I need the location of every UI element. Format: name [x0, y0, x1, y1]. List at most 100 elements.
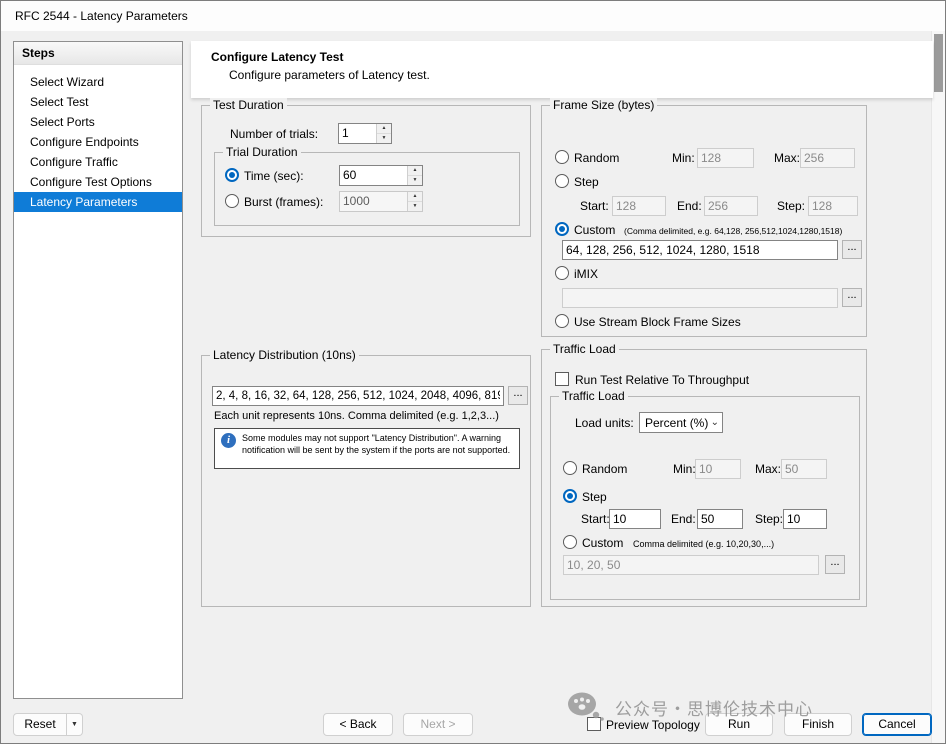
- traffic-load-inner-title: Traffic Load: [559, 389, 628, 403]
- framesize-custom-input[interactable]: [562, 240, 838, 260]
- framesize-min-input[interactable]: [697, 148, 754, 168]
- framesize-start-label: Start:: [580, 199, 609, 213]
- framesize-step-radio[interactable]: [555, 174, 569, 188]
- trials-spinner[interactable]: 1 ▲ ▼: [338, 123, 392, 144]
- rfc2544-wizard-window: { "window": { "title": "RFC 2544 - Laten…: [0, 0, 946, 744]
- time-value[interactable]: 60: [340, 166, 407, 185]
- preview-topology-checkbox[interactable]: [587, 717, 601, 731]
- run-relative-throughput-label: Run Test Relative To Throughput: [575, 373, 749, 387]
- page-title: Configure Latency Test: [211, 50, 343, 64]
- spin-up-icon[interactable]: ▲: [408, 192, 422, 202]
- sidebar-item-latency-parameters[interactable]: Latency Parameters: [14, 192, 182, 212]
- run-relative-throughput-checkbox[interactable]: [555, 372, 569, 386]
- burst-radio[interactable]: [225, 194, 239, 208]
- sidebar-item-configure-traffic[interactable]: Configure Traffic: [14, 152, 182, 172]
- window-title: RFC 2544 - Latency Parameters: [15, 9, 188, 23]
- load-stepsize-label: Step:: [755, 512, 783, 526]
- spin-down-icon[interactable]: ▼: [377, 134, 391, 143]
- trial-duration-title: Trial Duration: [223, 145, 301, 159]
- load-custom-hint: Comma delimited (e.g. 10,20,30,...): [633, 539, 774, 549]
- load-start-input[interactable]: [609, 509, 661, 529]
- reset-dropdown-icon[interactable]: ▼: [67, 713, 83, 736]
- framesize-random-radio[interactable]: [555, 150, 569, 164]
- load-min-label: Min:: [673, 462, 696, 476]
- run-button[interactable]: Run: [705, 713, 773, 736]
- reset-split-button: Reset ▼: [13, 713, 83, 736]
- info-icon: i: [221, 433, 236, 448]
- number-of-trials-label: Number of trials:: [230, 127, 318, 141]
- latency-distribution-group: Latency Distribution (10ns) ... Each uni…: [201, 355, 531, 607]
- load-random-radio[interactable]: [563, 461, 577, 475]
- framesize-max-input[interactable]: [800, 148, 855, 168]
- next-button[interactable]: Next >: [403, 713, 473, 736]
- cancel-button[interactable]: Cancel: [862, 713, 932, 736]
- titlebar: RFC 2544 - Latency Parameters: [1, 1, 945, 31]
- latency-distribution-hint: Each unit represents 10ns. Comma delimit…: [214, 410, 499, 422]
- latency-distribution-title: Latency Distribution (10ns): [210, 348, 359, 362]
- load-min-input[interactable]: [695, 459, 741, 479]
- framesize-end-input[interactable]: [704, 196, 758, 216]
- traffic-load-title: Traffic Load: [550, 342, 619, 356]
- load-step-label: Step: [582, 490, 607, 504]
- frame-size-group: Frame Size (bytes) Random Min: Max: Step…: [541, 105, 867, 337]
- framesize-imix-label: iMIX: [574, 267, 598, 281]
- burst-spin-buttons: ▲ ▼: [407, 192, 422, 211]
- spin-down-icon[interactable]: ▼: [408, 176, 422, 185]
- sidebar-item-configure-endpoints[interactable]: Configure Endpoints: [14, 132, 182, 152]
- time-spinner[interactable]: 60 ▲ ▼: [339, 165, 423, 186]
- time-spin-buttons: ▲ ▼: [407, 166, 422, 185]
- load-custom-radio[interactable]: [563, 535, 577, 549]
- page-subtitle: Configure parameters of Latency test.: [229, 68, 430, 82]
- vertical-scrollbar[interactable]: [931, 31, 945, 743]
- trials-value[interactable]: 1: [339, 124, 376, 143]
- latency-distribution-input[interactable]: [212, 386, 504, 406]
- reset-button[interactable]: Reset: [13, 713, 67, 736]
- scrollbar-thumb[interactable]: [934, 34, 943, 92]
- sidebar-item-configure-test-options[interactable]: Configure Test Options: [14, 172, 182, 192]
- load-custom-input[interactable]: [563, 555, 819, 575]
- finish-button[interactable]: Finish: [784, 713, 852, 736]
- preview-topology-label: Preview Topology: [606, 718, 700, 732]
- steps-list: Select Wizard Select Test Select Ports C…: [14, 65, 182, 212]
- frame-size-title: Frame Size (bytes): [550, 98, 657, 112]
- framesize-custom-radio[interactable]: [555, 222, 569, 236]
- spin-up-icon[interactable]: ▲: [377, 124, 391, 134]
- framesize-imix-input[interactable]: [562, 288, 838, 308]
- trial-duration-group: Trial Duration Time (sec): 60 ▲ ▼ Burst …: [214, 152, 520, 226]
- load-step-radio[interactable]: [563, 489, 577, 503]
- sidebar-item-select-ports[interactable]: Select Ports: [14, 112, 182, 132]
- time-label: Time (sec):: [244, 169, 304, 183]
- spin-up-icon[interactable]: ▲: [408, 166, 422, 176]
- load-custom-browse-button[interactable]: ...: [825, 555, 845, 574]
- burst-spinner[interactable]: 1000 ▲ ▼: [339, 191, 423, 212]
- load-start-label: Start:: [581, 512, 610, 526]
- latency-distribution-browse-button[interactable]: ...: [508, 386, 528, 405]
- load-stepsize-input[interactable]: [783, 509, 827, 529]
- framesize-max-label: Max:: [774, 151, 800, 165]
- spin-down-icon[interactable]: ▼: [408, 202, 422, 211]
- steps-panel: Steps Select Wizard Select Test Select P…: [13, 41, 183, 699]
- chevron-down-icon: ⌄: [711, 417, 719, 428]
- framesize-step-label: Step: [574, 175, 599, 189]
- test-duration-group: Test Duration Number of trials: 1 ▲ ▼ Tr…: [201, 105, 531, 237]
- page-header: Configure Latency Test Configure paramet…: [191, 41, 933, 98]
- framesize-imix-radio[interactable]: [555, 266, 569, 280]
- sidebar-item-select-wizard[interactable]: Select Wizard: [14, 72, 182, 92]
- framesize-stepsize-input[interactable]: [808, 196, 858, 216]
- framesize-start-input[interactable]: [612, 196, 666, 216]
- framesize-streamblock-radio[interactable]: [555, 314, 569, 328]
- framesize-min-label: Min:: [672, 151, 695, 165]
- burst-value[interactable]: 1000: [340, 192, 407, 211]
- load-max-input[interactable]: [781, 459, 827, 479]
- back-button[interactable]: < Back: [323, 713, 393, 736]
- framesize-imix-browse-button[interactable]: ...: [842, 288, 862, 307]
- load-end-input[interactable]: [697, 509, 743, 529]
- framesize-custom-browse-button[interactable]: ...: [842, 240, 862, 259]
- framesize-stepsize-label: Step:: [777, 199, 805, 213]
- load-random-label: Random: [582, 462, 627, 476]
- test-duration-title: Test Duration: [210, 98, 287, 112]
- sidebar-item-select-test[interactable]: Select Test: [14, 92, 182, 112]
- load-units-select[interactable]: Percent (%) ⌄: [639, 412, 723, 433]
- time-radio[interactable]: [225, 168, 239, 182]
- latency-warning-text: Some modules may not support "Latency Di…: [242, 433, 513, 464]
